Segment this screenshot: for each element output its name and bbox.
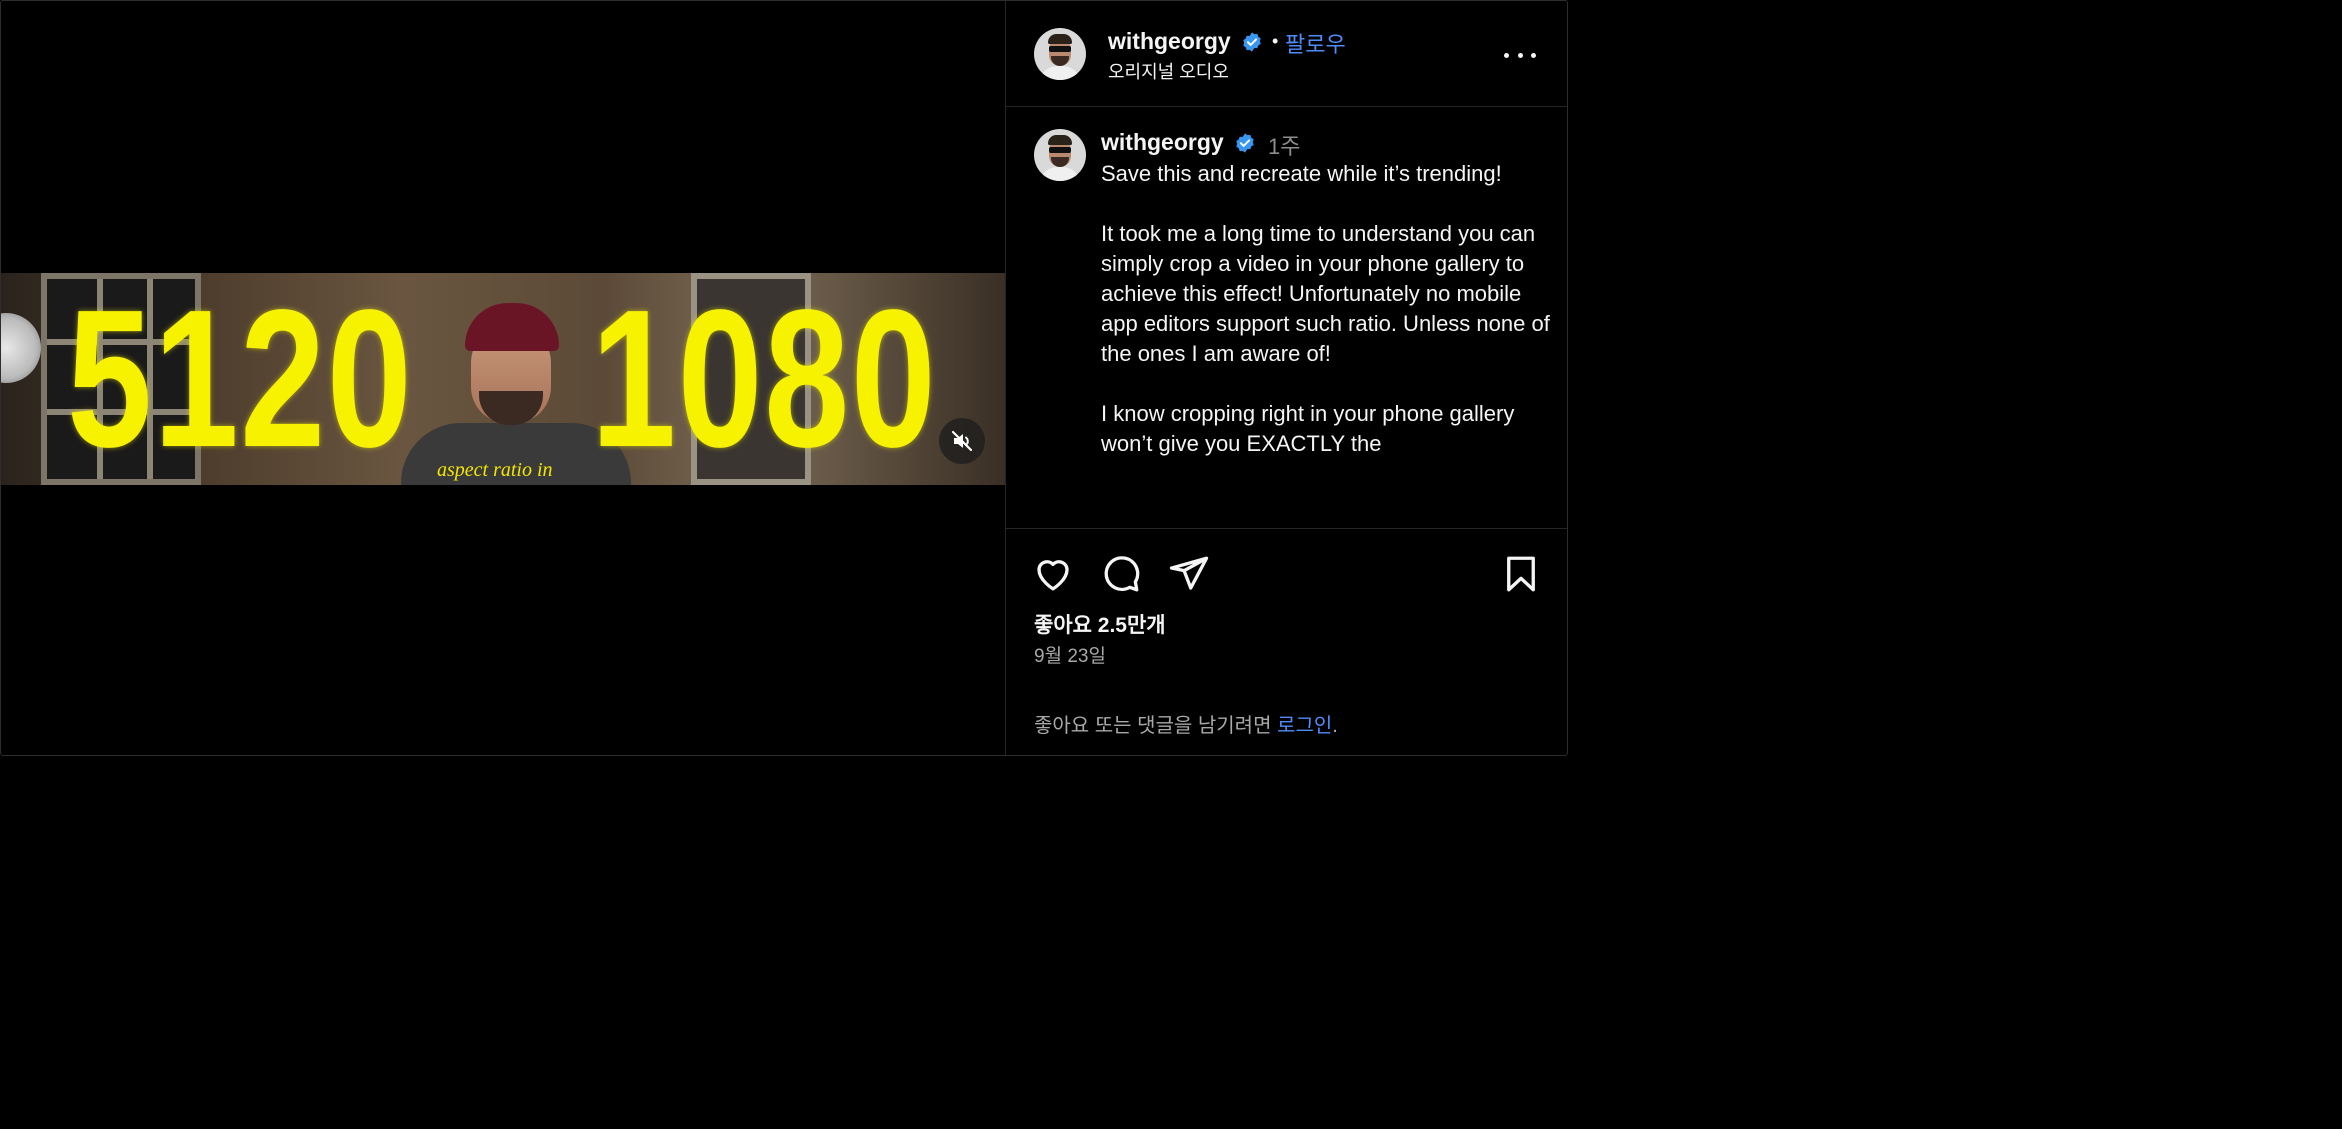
avatar[interactable]: [1034, 129, 1086, 181]
post-time[interactable]: 1주: [1268, 129, 1300, 161]
login-prompt: 좋아요 또는 댓글을 남기려면 로그인.: [1034, 709, 1338, 738]
post-sidebar: withgeorgy • 팔로우 오리지널 오디오 withgeorgy 1주 …: [1005, 1, 1567, 755]
verified-badge-icon: [1236, 133, 1254, 153]
post-caption: Save this and recreate while it’s trendi…: [1101, 161, 1550, 456]
heart-icon[interactable]: [1032, 553, 1074, 595]
caption-area: withgeorgy 1주 Save this and recreate whi…: [1006, 107, 1567, 529]
bookmark-icon[interactable]: [1500, 553, 1542, 595]
follow-button[interactable]: 팔로우: [1285, 27, 1346, 59]
video-player[interactable]: 5120 1080 aspect ratio in: [1, 273, 1005, 485]
login-prompt-text: 좋아요 또는 댓글을 남기려면: [1034, 715, 1272, 737]
avatar[interactable]: [1034, 28, 1086, 80]
send-icon[interactable]: [1168, 553, 1210, 595]
comment-icon[interactable]: [1100, 553, 1142, 595]
caption-username-link[interactable]: withgeorgy: [1101, 129, 1224, 156]
verified-badge-icon: [1243, 32, 1261, 52]
post-header: withgeorgy • 팔로우 오리지널 오디오: [1006, 1, 1567, 107]
overlay-number-left: 5120: [67, 273, 414, 485]
separator-dot: •: [1272, 31, 1279, 51]
login-link[interactable]: 로그인: [1277, 715, 1332, 737]
background-lamp: [1, 313, 41, 383]
overlay-number-right: 1080: [591, 273, 938, 485]
media-pane: 5120 1080 aspect ratio in: [1, 1, 1005, 755]
likes-count[interactable]: 좋아요 2.5만개: [1034, 609, 1166, 639]
mute-toggle-button[interactable]: [939, 418, 985, 464]
audio-link[interactable]: 오리지널 오디오: [1108, 58, 1229, 84]
video-subtitle: aspect ratio in: [437, 459, 553, 481]
more-options-icon[interactable]: [1504, 45, 1536, 65]
post-date[interactable]: 9월 23일: [1034, 641, 1106, 668]
login-suffix: .: [1332, 715, 1338, 737]
action-bar: 좋아요 2.5만개 9월 23일 좋아요 또는 댓글을 남기려면 로그인.: [1006, 529, 1567, 755]
header-username-link[interactable]: withgeorgy: [1108, 28, 1231, 55]
post-dialog: 5120 1080 aspect ratio in withgeorgy • 팔…: [0, 0, 1568, 756]
speaker-muted-icon: [951, 430, 973, 452]
